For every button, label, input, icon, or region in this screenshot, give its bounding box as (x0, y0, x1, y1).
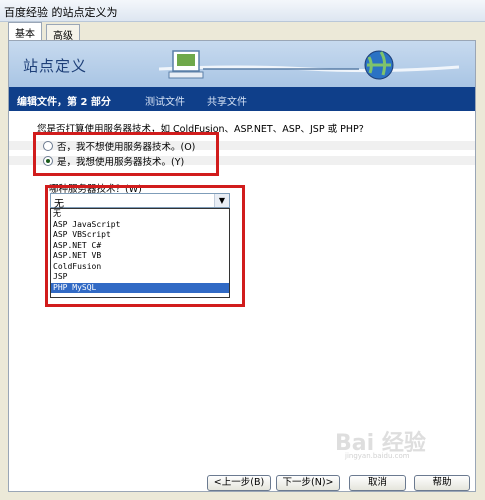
next-button[interactable]: 下一步(N)> (276, 475, 340, 491)
wizard-step-bar: 编辑文件，第 2 部分 测试文件 共享文件 (9, 87, 475, 111)
back-button[interactable]: <上一步(B) (207, 475, 271, 491)
step-current[interactable]: 编辑文件，第 2 部分 (17, 93, 111, 108)
help-button[interactable]: 帮助 (414, 475, 470, 491)
step-share-files[interactable]: 共享文件 (207, 93, 247, 108)
window-title: 百度经验 的站点定义为 (4, 6, 118, 19)
network-globe-icon (159, 50, 459, 80)
banner-title: 站点定义 (23, 57, 88, 75)
step-test-files[interactable]: 测试文件 (145, 93, 185, 108)
highlight-box-radios (33, 132, 219, 176)
wizard-banner: 站点定义 (9, 41, 475, 87)
highlight-box-dropdown (45, 185, 245, 307)
tab-basic[interactable]: 基本 (8, 22, 42, 40)
window-titlebar: 百度经验 的站点定义为 (0, 0, 485, 22)
tab-advanced[interactable]: 高级 (46, 24, 80, 42)
tab-strip: 基本 高级 (0, 22, 485, 42)
cancel-button[interactable]: 取消 (349, 475, 406, 491)
baidu-watermark-url: jingyan.baidu.com (345, 452, 410, 460)
